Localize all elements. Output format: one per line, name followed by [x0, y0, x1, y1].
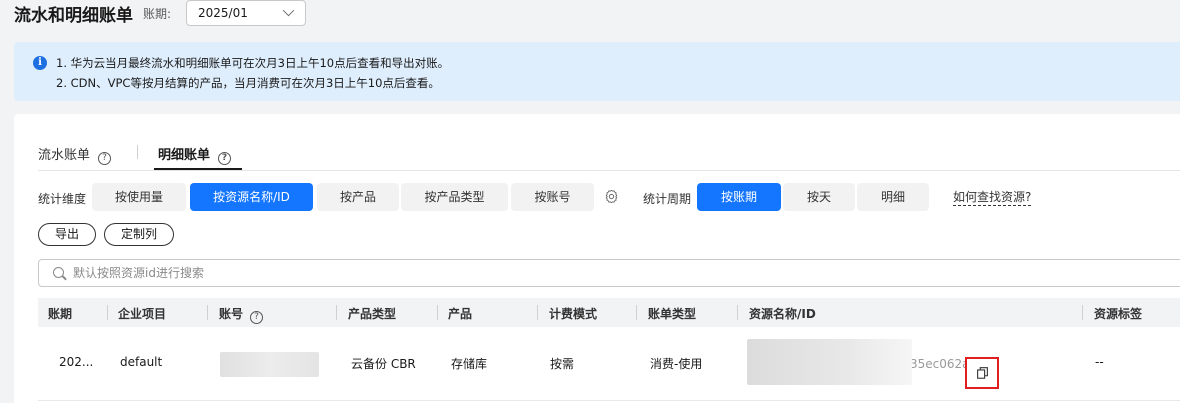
dimension-by-resource[interactable]: 按资源名称/ID: [190, 183, 313, 211]
dimension-by-account[interactable]: 按账号: [511, 183, 594, 211]
column-divider: [437, 305, 438, 320]
tab-flow-bill[interactable]: 流水账单?: [38, 144, 112, 165]
dimension-by-product[interactable]: 按产品: [317, 183, 399, 211]
column-divider: [107, 305, 108, 320]
how-to-find-resource-link[interactable]: 如何查找资源?: [953, 190, 1032, 206]
page-title: 流水和明细账单: [14, 6, 133, 26]
period-label: 账期:: [143, 7, 172, 21]
col-product: 产品: [448, 307, 473, 321]
dimension-by-usage[interactable]: 按使用量: [92, 183, 186, 211]
customize-columns-button[interactable]: 定制列: [104, 223, 174, 246]
period-select[interactable]: 2025/01: [186, 0, 306, 26]
tab-detail-bill[interactable]: 明细账单?: [158, 144, 232, 165]
help-icon[interactable]: ?: [98, 152, 112, 165]
help-icon[interactable]: ?: [218, 152, 232, 165]
column-divider: [737, 305, 738, 320]
cell-period: 202...: [59, 355, 94, 369]
notice-line-2: 2. CDN、VPC等按月结算的产品，当月消费可在次月3日上午10点后查看。: [56, 76, 440, 90]
notice-banner: i 1. 华为云当月最终流水和明细账单可在次月3日上午10点后查看和导出对账。 …: [14, 42, 1180, 101]
period-value: 2025/01: [198, 6, 248, 20]
gear-icon[interactable]: [604, 189, 619, 204]
search-box: [38, 259, 1180, 287]
dimension-label: 统计维度: [38, 192, 87, 206]
col-account: 账号?: [219, 305, 264, 324]
col-period: 账期: [48, 307, 73, 321]
info-icon: i: [33, 56, 47, 70]
table-row[interactable]: 202... default 云备份 CBR 存储库 按需 消费-使用 35ec…: [38, 327, 1180, 401]
column-divider: [1082, 305, 1083, 320]
copy-icon[interactable]: [977, 367, 988, 379]
column-divider: [336, 305, 337, 320]
col-billing-mode: 计费模式: [549, 307, 598, 321]
col-resource-name-id: 资源名称/ID: [749, 307, 816, 321]
col-enterprise-project: 企业项目: [118, 307, 167, 321]
tab-label: 明细账单: [158, 148, 211, 163]
cell-product: 存储库: [451, 357, 488, 371]
period-detail[interactable]: 明细: [857, 183, 929, 211]
cell-resource-tags: --: [1095, 355, 1104, 369]
help-icon[interactable]: ?: [250, 311, 264, 324]
col-bill-type: 账单类型: [648, 307, 697, 321]
col-product-type: 产品类型: [348, 307, 397, 321]
period-by-billing-cycle[interactable]: 按账期: [697, 183, 781, 211]
period-stat-label: 统计周期: [643, 192, 692, 206]
period-by-day[interactable]: 按天: [783, 183, 855, 211]
chevron-down-icon: [282, 4, 295, 17]
column-divider: [636, 305, 637, 320]
search-input[interactable]: [73, 264, 973, 282]
cell-bill-type: 消费-使用: [650, 357, 703, 371]
export-button[interactable]: 导出: [38, 223, 96, 246]
cell-billing-mode: 按需: [550, 357, 575, 371]
tabs-divider: [38, 170, 1180, 171]
notice-line-1: 1. 华为云当月最终流水和明细账单可在次月3日上午10点后查看和导出对账。: [56, 56, 450, 70]
column-divider: [537, 305, 538, 320]
column-divider: [207, 305, 208, 320]
cell-account-redacted: [220, 352, 319, 377]
cell-resource-name-redacted: [747, 339, 912, 385]
cell-enterprise-project: default: [120, 355, 163, 369]
col-account-label: 账号: [219, 307, 244, 321]
copy-button-highlight[interactable]: [965, 357, 999, 389]
cell-product-type: 云备份 CBR: [351, 357, 416, 371]
tab-label: 流水账单: [38, 148, 91, 163]
col-resource-tags: 资源标签: [1094, 307, 1143, 321]
search-icon: [53, 267, 64, 278]
bill-panel: 流水账单? 明细账单? 统计维度 按使用量 按资源名称/ID 按产品 按产品类型…: [14, 114, 1180, 403]
dimension-by-product-type[interactable]: 按产品类型: [401, 183, 508, 211]
table-header: 账期 企业项目 账号? 产品类型 产品 计费模式 账单类型 资源名称/ID 资源…: [38, 298, 1180, 327]
tab-divider: [137, 145, 138, 159]
